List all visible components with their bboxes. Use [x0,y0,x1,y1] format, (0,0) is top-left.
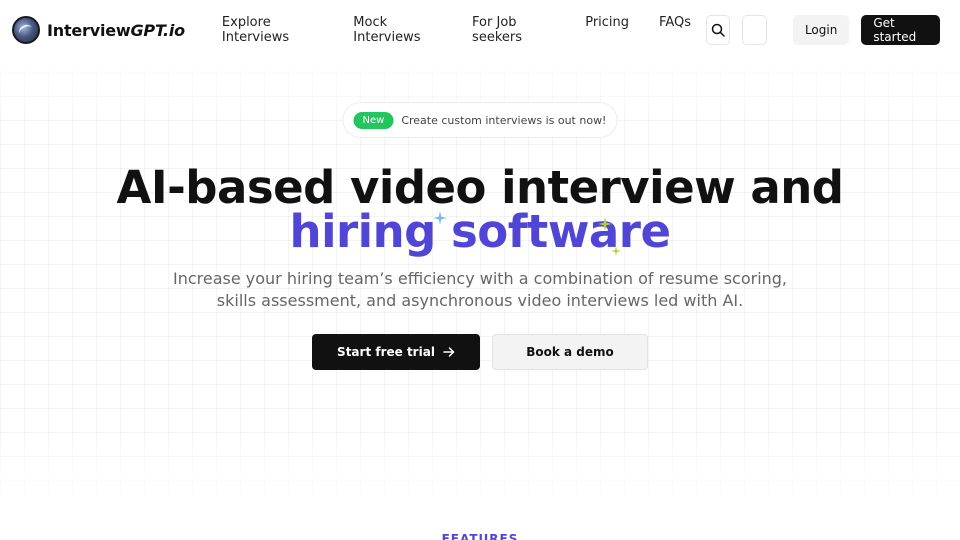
hero-title-line2: hiring software [289,205,671,258]
search-icon [712,23,725,37]
nav-link-explore-interviews[interactable]: Explore Interviews [207,15,338,45]
nav-actions: Login Get started [706,15,948,45]
sparkle-icon [598,217,612,231]
brand-logo-icon [12,16,40,44]
nav-link-mock-interviews[interactable]: Mock Interviews [338,15,457,45]
nav-link-faqs[interactable]: FAQs [644,15,706,45]
brand-name: InterviewGPT.io [47,20,185,40]
hero-subtitle: Increase your hiring team’s efficiency w… [172,269,788,310]
arrow-right-icon [443,347,455,357]
sparkle-icon [433,211,447,225]
start-free-trial-label: Start free trial [337,345,435,359]
brand-logo[interactable]: InterviewGPT.io [12,16,185,44]
new-badge: New [353,111,394,129]
login-button[interactable]: Login [792,15,850,45]
get-started-button[interactable]: Get started [861,15,941,45]
sparkle-icon [611,246,621,256]
start-free-trial-button[interactable]: Start free trial [312,334,480,370]
nav-link-job-seekers[interactable]: For Job seekers [457,15,570,45]
features-section-label: FEATURES [441,532,519,540]
nav-links: Explore Interviews Mock Interviews For J… [207,15,706,45]
announcement-text: Create custom interviews is out now! [401,113,607,127]
book-demo-button[interactable]: Book a demo [492,334,648,370]
theme-toggle-button[interactable] [742,15,767,45]
search-button[interactable] [706,15,731,45]
hero-title-line1: AI-based video interview and [116,161,844,214]
top-navigation: InterviewGPT.io Explore Interviews Mock … [0,0,960,60]
nav-link-pricing[interactable]: Pricing [570,15,644,45]
background-fade-bottom [0,420,960,540]
announcement-pill[interactable]: New Create custom interviews is out now! [342,102,618,138]
